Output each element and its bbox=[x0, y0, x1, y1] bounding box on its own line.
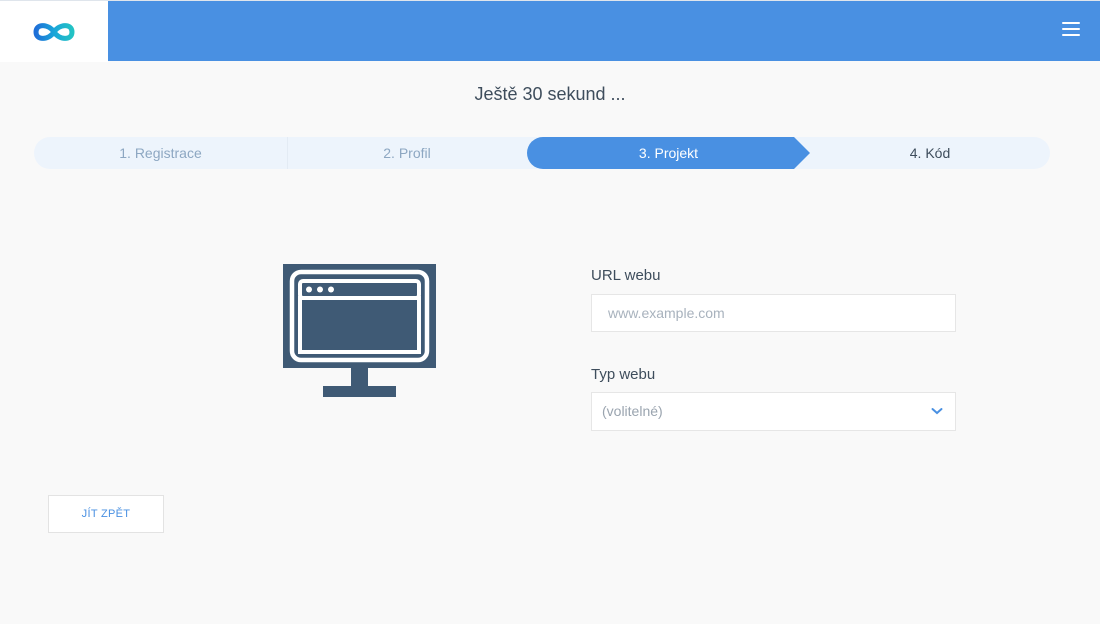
type-label: Typ webu bbox=[591, 366, 656, 383]
step-registrace[interactable]: 1. Registrace bbox=[34, 137, 288, 169]
step-projekt-active[interactable]: 3. Projekt bbox=[527, 137, 810, 169]
step-kod: 4. Kód bbox=[909, 145, 951, 161]
back-button[interactable]: JÍT ZPĚT bbox=[48, 495, 164, 533]
url-label: URL webu bbox=[591, 267, 661, 284]
site-type-select[interactable]: (volitelné) bbox=[591, 392, 956, 431]
top-bar bbox=[0, 0, 1100, 62]
menu-line bbox=[1062, 22, 1080, 24]
step-projekt-label: 3. Projekt bbox=[638, 145, 699, 161]
menu-line bbox=[1062, 34, 1080, 36]
menu-line bbox=[1062, 28, 1080, 30]
site-type-value: (volitelné) bbox=[602, 403, 663, 419]
url-input[interactable] bbox=[591, 294, 956, 332]
chevron-down-icon bbox=[931, 408, 943, 415]
page-title: Ještě 30 sekund ... bbox=[474, 84, 626, 104]
infinity-logo-icon bbox=[33, 22, 75, 41]
hamburger-menu-icon[interactable] bbox=[1062, 19, 1080, 39]
step-profil[interactable]: 2. Profil bbox=[287, 137, 527, 169]
app-root: Ještě 30 sekund ... 1. Registrace 2. Pro… bbox=[0, 0, 1100, 624]
monitor-browser-icon bbox=[283, 264, 436, 397]
progress-stepper: 1. Registrace 2. Profil 3. Projekt 4. Kó… bbox=[34, 137, 1050, 169]
logo[interactable] bbox=[0, 1, 108, 62]
